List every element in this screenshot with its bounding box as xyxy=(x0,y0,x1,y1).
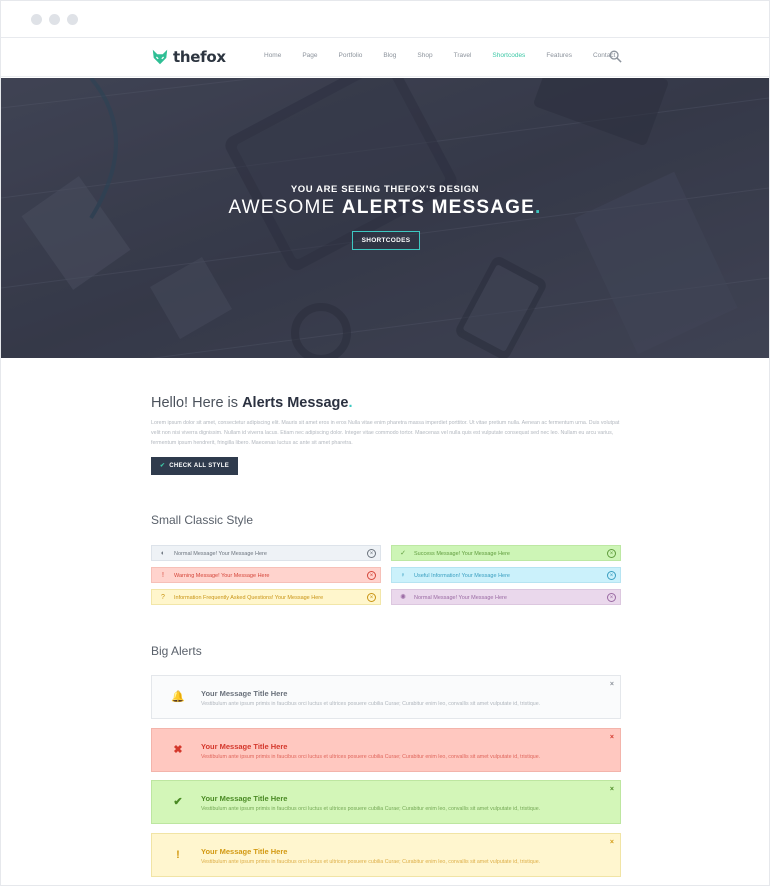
small-alert-text: Normal Message! Your Message Here xyxy=(174,551,267,557)
small-alerts-title: Small Classic Style xyxy=(151,513,254,527)
big-alert: ! Your Message Title Here Vestibulum ante … xyxy=(151,832,621,877)
small-alert-text: Useful Information! Your Message Here xyxy=(414,573,510,579)
nav-item-features[interactable]: Features xyxy=(546,52,572,59)
check-icon: ✔ xyxy=(159,463,166,469)
gear-icon: ✺ xyxy=(400,594,406,601)
intro-title-light: Hello! Here is xyxy=(151,395,239,411)
big-alert-text: Vestibulum ante ipsum primis in faucibus… xyxy=(201,858,541,865)
close-icon[interactable]: × xyxy=(367,593,376,602)
exclamation-icon: ! xyxy=(176,848,180,861)
small-alert-text: Success Message! Your Message Here xyxy=(414,551,510,557)
close-icon[interactable]: × xyxy=(607,549,616,558)
intro-title-bold: Alerts Message xyxy=(242,395,349,411)
nav-item-shop[interactable]: Shop xyxy=(417,52,432,59)
big-alerts-title: Big Alerts xyxy=(151,644,202,658)
intro-paragraph: Lorem ipsum dolor sit amet, consectetur … xyxy=(151,420,620,446)
window-dot-maximize[interactable] xyxy=(67,14,78,25)
small-alert-text: Normal Message! Your Message Here xyxy=(414,595,507,601)
bell-icon: 🔔 xyxy=(171,691,185,703)
small-alert: ? Information Frequently Asked Questions!… xyxy=(151,589,381,605)
close-icon[interactable]: × xyxy=(610,839,614,846)
close-icon[interactable]: × xyxy=(367,571,376,580)
close-icon[interactable]: × xyxy=(367,549,376,558)
small-alert: ✓ Success Message! Your Message Here × xyxy=(391,545,621,561)
big-alert-text: Vestibulum ante ipsum primis in faucibus… xyxy=(201,806,541,812)
hero-title-bold: ALERTS MESSAGE xyxy=(341,197,536,218)
window-chrome xyxy=(1,1,769,38)
window-dot-close[interactable] xyxy=(31,14,42,25)
question-icon: ? xyxy=(161,594,165,601)
close-icon[interactable]: × xyxy=(610,734,614,741)
big-alert: ✖ Your Message Title Here Vestibulum ante … xyxy=(151,727,621,772)
big-alert: 🔔 Your Message Title Here Vestibulum ante … xyxy=(151,675,621,719)
small-alert-text: Information Frequently Asked Questions! … xyxy=(174,595,324,601)
big-alert-title: Your Message Title Here xyxy=(201,689,288,698)
check-icon: ✔ xyxy=(173,796,183,808)
search-icon[interactable] xyxy=(609,50,622,63)
intro-title: Hello! Here is Alerts Message. xyxy=(151,395,352,411)
window-dot-minimize[interactable] xyxy=(49,14,60,25)
small-alert: ♀ Useful Information! Your Message Here × xyxy=(391,567,621,583)
browser-frame: thefox Home Page Portfolio Blog Shop Travel Sh… xyxy=(0,0,770,886)
close-icon[interactable]: × xyxy=(607,571,616,580)
check-all-style-label: CHECK ALL STYLE xyxy=(169,463,230,469)
small-alert: ! Warning Message! Your Message Here × xyxy=(151,567,381,583)
small-alert: ✺ Normal Message! Your Message Here × xyxy=(391,589,621,605)
nav-item-portfolio[interactable]: Portfolio xyxy=(339,52,363,59)
shortcodes-button[interactable]: SHORTCODES xyxy=(352,231,420,250)
nav-item-shortcodes[interactable]: Shortcodes xyxy=(492,52,525,59)
big-alert-title: Your Message Title Here xyxy=(201,794,288,803)
hero-title-light: AWESOME xyxy=(228,197,336,218)
close-icon[interactable]: × xyxy=(607,593,616,602)
big-alert-text: Vestibulum ante ipsum primis in faucibus… xyxy=(201,701,541,707)
lightbulb-icon: ♀ xyxy=(400,572,406,579)
hero-title: AWESOME ALERTS MESSAGE. xyxy=(1,197,769,219)
intro-title-dot: . xyxy=(348,395,353,411)
check-circle-icon: ✓ xyxy=(400,550,406,557)
warning-circle-icon: ! xyxy=(162,572,164,579)
check-all-style-button[interactable]: ✔ CHECK ALL STYLE xyxy=(151,457,238,475)
big-alert-title: Your Message Title Here xyxy=(201,846,288,856)
big-alert: ✔ Your Message Title Here Vestibulum ante … xyxy=(151,780,621,824)
nav-item-travel[interactable]: Travel xyxy=(454,52,472,59)
nav-item-blog[interactable]: Blog xyxy=(383,52,396,59)
hero-title-dot: . xyxy=(535,197,542,218)
cross-icon: ✖ xyxy=(173,743,183,756)
close-icon[interactable]: × xyxy=(610,786,614,793)
small-alert: ◐ Normal Message! Your Message Here × xyxy=(151,545,381,561)
small-alert-text: Warning Message! Your Message Here xyxy=(174,573,270,579)
hero-subtitle: YOU ARE SEEING THEFOX'S DESIGN xyxy=(290,184,480,195)
main-menu: Home Page Portfolio Blog Shop Travel Shortcode… xyxy=(264,52,615,59)
top-nav: thefox Home Page Portfolio Blog Shop Travel Sh… xyxy=(1,38,769,77)
hero-banner: YOU ARE SEEING THEFOX'S DESIGN AWESOME A… xyxy=(1,78,769,358)
logo-text: thefox xyxy=(173,48,226,66)
speaker-icon: ◐ xyxy=(160,550,166,557)
close-icon[interactable]: × xyxy=(610,681,614,688)
nav-item-page[interactable]: Page xyxy=(302,52,317,59)
big-alert-text: Vestibulum ante ipsum primis in faucibus… xyxy=(201,753,541,760)
fox-logo-icon xyxy=(152,49,168,65)
nav-item-home[interactable]: Home xyxy=(264,52,281,59)
logo[interactable]: thefox xyxy=(151,48,226,66)
big-alert-title: Your Message Title Here xyxy=(201,741,288,751)
